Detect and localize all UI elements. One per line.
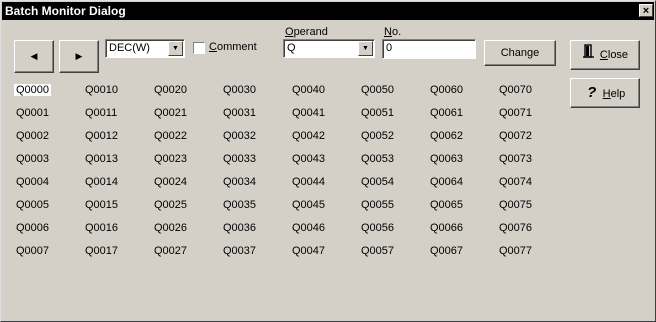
- window-title: Batch Monitor Dialog: [5, 4, 126, 18]
- device-cell-q0020[interactable]: Q0020: [154, 84, 187, 96]
- device-cell-q0044[interactable]: Q0044: [292, 176, 325, 188]
- device-cell-q0035[interactable]: Q0035: [223, 199, 256, 211]
- operand-label: Operand: [285, 26, 328, 38]
- device-cell-q0015[interactable]: Q0015: [85, 199, 118, 211]
- device-cell-q0054[interactable]: Q0054: [361, 176, 394, 188]
- device-cell-q0026[interactable]: Q0026: [154, 222, 187, 234]
- prev-button[interactable]: ◀: [14, 40, 54, 73]
- device-cell-q0034[interactable]: Q0034: [223, 176, 256, 188]
- change-button-label: Change: [500, 47, 540, 59]
- door-icon: [582, 41, 596, 69]
- format-select-value: DEC(W): [109, 42, 150, 54]
- device-cell-q0041[interactable]: Q0041: [292, 107, 325, 119]
- device-cell-q0014[interactable]: Q0014: [85, 176, 118, 188]
- device-cell-q0024[interactable]: Q0024: [154, 176, 187, 188]
- device-cell-q0050[interactable]: Q0050: [361, 84, 394, 96]
- title-close-button[interactable]: ×: [639, 4, 653, 17]
- change-button[interactable]: Change: [484, 40, 556, 66]
- device-grid: Q0000 Q0001 Q0002 Q0003 Q0004 Q0005 Q0006 Q0007…: [9, 79, 571, 269]
- triangle-right-icon: ▶: [75, 51, 83, 61]
- device-cell-q0025[interactable]: Q0025: [154, 199, 187, 211]
- title-bar: Batch Monitor Dialog ×: [2, 2, 654, 20]
- device-cell-q0043[interactable]: Q0043: [292, 153, 325, 165]
- triangle-left-icon: ◀: [30, 51, 38, 61]
- device-cell-q0055[interactable]: Q0055: [361, 199, 394, 211]
- device-cell-q0032[interactable]: Q0032: [223, 130, 256, 142]
- comment-label[interactable]: Comment: [209, 41, 257, 53]
- batch-monitor-dialog: Batch Monitor Dialog × ◀ ▶ DEC(W) ▼ Comm…: [0, 0, 656, 322]
- device-cell-q0053[interactable]: Q0053: [361, 153, 394, 165]
- device-cell-q0046[interactable]: Q0046: [292, 222, 325, 234]
- device-cell-q0051[interactable]: Q0051: [361, 107, 394, 119]
- device-cell-q0066[interactable]: Q0066: [430, 222, 463, 234]
- device-cell-q0027[interactable]: Q0027: [154, 245, 187, 257]
- device-cell-q0021[interactable]: Q0021: [154, 107, 187, 119]
- question-icon: ?: [587, 84, 597, 101]
- device-cell-q0072[interactable]: Q0072: [499, 130, 532, 142]
- chevron-down-icon[interactable]: ▼: [168, 41, 183, 56]
- device-cell-q0000[interactable]: Q0000: [14, 84, 52, 96]
- device-cell-q0001[interactable]: Q0001: [16, 107, 49, 119]
- chevron-down-icon[interactable]: ▼: [358, 41, 373, 56]
- device-cell-q0006[interactable]: Q0006: [16, 222, 49, 234]
- device-cell-q0037[interactable]: Q0037: [223, 245, 256, 257]
- device-cell-q0003[interactable]: Q0003: [16, 153, 49, 165]
- device-cell-q0074[interactable]: Q0074: [499, 176, 532, 188]
- device-cell-q0002[interactable]: Q0002: [16, 130, 49, 142]
- operand-select-value: Q: [287, 42, 296, 54]
- device-cell-q0004[interactable]: Q0004: [16, 176, 49, 188]
- device-cell-q0064[interactable]: Q0064: [430, 176, 463, 188]
- help-button[interactable]: ? Help: [570, 78, 640, 108]
- device-cell-q0040[interactable]: Q0040: [292, 84, 325, 96]
- device-cell-q0036[interactable]: Q0036: [223, 222, 256, 234]
- close-button[interactable]: Close: [570, 40, 640, 70]
- device-cell-q0075[interactable]: Q0075: [499, 199, 532, 211]
- device-cell-q0013[interactable]: Q0013: [85, 153, 118, 165]
- device-cell-q0033[interactable]: Q0033: [223, 153, 256, 165]
- device-cell-q0017[interactable]: Q0017: [85, 245, 118, 257]
- device-cell-q0065[interactable]: Q0065: [430, 199, 463, 211]
- format-select[interactable]: DEC(W) ▼: [105, 39, 185, 58]
- device-cell-q0060[interactable]: Q0060: [430, 84, 463, 96]
- device-cell-q0023[interactable]: Q0023: [154, 153, 187, 165]
- device-cell-q0073[interactable]: Q0073: [499, 153, 532, 165]
- no-label: No.: [384, 26, 402, 38]
- device-cell-q0030[interactable]: Q0030: [223, 84, 256, 96]
- device-cell-q0077[interactable]: Q0077: [499, 245, 532, 257]
- next-button[interactable]: ▶: [59, 40, 99, 73]
- device-cell-q0056[interactable]: Q0056: [361, 222, 394, 234]
- device-cell-q0007[interactable]: Q0007: [16, 245, 49, 257]
- device-cell-q0042[interactable]: Q0042: [292, 130, 325, 142]
- close-x-icon: ×: [642, 5, 650, 17]
- device-cell-q0045[interactable]: Q0045: [292, 199, 325, 211]
- comment-checkbox[interactable]: [193, 42, 205, 54]
- no-input[interactable]: 0: [382, 39, 476, 59]
- device-cell-q0057[interactable]: Q0057: [361, 245, 394, 257]
- device-cell-q0047[interactable]: Q0047: [292, 245, 325, 257]
- device-cell-q0076[interactable]: Q0076: [499, 222, 532, 234]
- device-cell-q0070[interactable]: Q0070: [499, 84, 532, 96]
- device-cell-q0067[interactable]: Q0067: [430, 245, 463, 257]
- no-input-value: 0: [386, 42, 393, 54]
- device-cell-q0010[interactable]: Q0010: [85, 84, 118, 96]
- device-cell-q0061[interactable]: Q0061: [430, 107, 463, 119]
- device-cell-q0012[interactable]: Q0012: [85, 130, 118, 142]
- device-cell-q0022[interactable]: Q0022: [154, 130, 187, 142]
- device-cell-q0005[interactable]: Q0005: [16, 199, 49, 211]
- operand-select[interactable]: Q ▼: [283, 39, 375, 58]
- device-cell-q0063[interactable]: Q0063: [430, 153, 463, 165]
- device-cell-q0011[interactable]: Q0011: [85, 107, 117, 119]
- device-cell-q0031[interactable]: Q0031: [223, 107, 256, 119]
- device-cell-q0052[interactable]: Q0052: [361, 130, 394, 142]
- device-cell-q0062[interactable]: Q0062: [430, 130, 463, 142]
- device-cell-q0016[interactable]: Q0016: [85, 222, 118, 234]
- device-cell-q0071[interactable]: Q0071: [499, 107, 532, 119]
